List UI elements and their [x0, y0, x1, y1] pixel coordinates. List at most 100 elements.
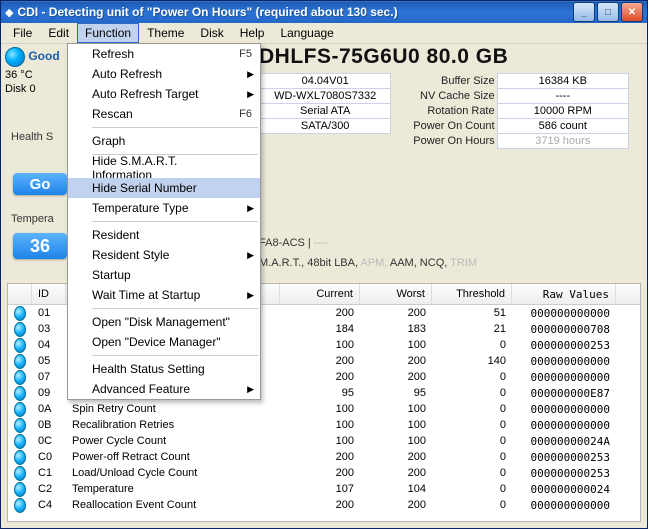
menu-item[interactable]: Auto Refresh▶ [68, 64, 260, 84]
menu-item[interactable]: Rescan F6 [68, 104, 260, 124]
menu-item[interactable]: Wait Time at Startup ▶ [68, 285, 260, 305]
maximize-button[interactable]: □ [597, 2, 619, 22]
row-raw: 000000000024 [512, 483, 616, 496]
app-icon: ◆ [5, 6, 13, 19]
row-attr-name: Load/Unload Cycle Count [66, 467, 280, 479]
row-worst: 100 [360, 403, 432, 415]
menu-item[interactable]: Resident Style ▶ [68, 245, 260, 265]
row-threshold: 0 [432, 483, 512, 495]
menu-help[interactable]: Help [232, 23, 273, 43]
health-status-label: Health S [11, 131, 53, 143]
menu-item[interactable]: Resident [68, 225, 260, 245]
close-button[interactable]: ✕ [621, 2, 643, 22]
menu-item[interactable]: Startup [68, 265, 260, 285]
table-row[interactable]: C2Temperature1071040000000000024 [8, 481, 640, 497]
status-dot-icon [14, 450, 26, 465]
menu-item-label: Rescan [92, 107, 133, 121]
submenu-arrow-icon: ▶ [247, 384, 254, 395]
menu-item[interactable]: Graph [68, 131, 260, 151]
status-dot-icon [14, 306, 26, 321]
row-threshold: 140 [432, 355, 512, 367]
temperature-label: Tempera [11, 213, 54, 225]
menu-theme[interactable]: Theme [139, 23, 192, 43]
status-dot-icon [14, 338, 26, 353]
th-threshold[interactable]: Threshold [432, 284, 512, 304]
menu-item[interactable]: Auto Refresh Target▶ [68, 84, 260, 104]
status-temp-label: 36 °C [5, 69, 33, 81]
status-dot-icon [14, 482, 26, 497]
row-attr-name: Power-off Retract Count [66, 451, 280, 463]
poh-label: Power On Hours [391, 134, 497, 149]
menu-item[interactable]: Hide Serial Number [68, 178, 260, 198]
row-current: 200 [280, 371, 360, 383]
menu-item-label: Resident Style [92, 248, 169, 262]
th-current[interactable]: Current [280, 284, 360, 304]
menu-item-label: Advanced Feature [92, 382, 190, 396]
menu-item[interactable]: Advanced Feature ▶ [68, 379, 260, 399]
table-row[interactable]: 0ASpin Retry Count1001000000000000000 [8, 401, 640, 417]
row-worst: 100 [360, 419, 432, 431]
disk-status-strip: Good 36 °C Disk 0 [5, 47, 65, 95]
row-threshold: 0 [432, 435, 512, 447]
temperature-card: 36 [13, 233, 67, 259]
row-worst: 183 [360, 323, 432, 335]
menu-item[interactable]: Open "Device Manager" [68, 332, 260, 352]
menu-item-label: Resident [92, 228, 139, 242]
minimize-button[interactable]: _ [573, 2, 595, 22]
row-current: 200 [280, 307, 360, 319]
status-dot-icon [5, 47, 25, 67]
row-threshold: 0 [432, 419, 512, 431]
menu-item-label: Wait Time at Startup [92, 288, 200, 302]
table-row[interactable]: 0CPower Cycle Count100100000000000024A [8, 433, 640, 449]
th-status[interactable] [8, 284, 32, 304]
menu-file[interactable]: File [5, 23, 40, 43]
row-status-cell [8, 482, 32, 497]
row-worst: 200 [360, 355, 432, 367]
th-raw[interactable]: Raw Values [512, 284, 616, 304]
serial-value: WD-WXL7080S7332 [260, 89, 391, 104]
row-raw: 000000000E87 [512, 387, 616, 400]
menu-language[interactable]: Language [272, 23, 341, 43]
row-id: C0 [32, 451, 66, 463]
titlebar: ◆ CDI - Detecting unit of "Power On Hour… [1, 1, 647, 23]
row-id: 0C [32, 435, 66, 447]
row-worst: 100 [360, 435, 432, 447]
menu-edit[interactable]: Edit [40, 23, 77, 43]
row-raw: 000000000000 [512, 307, 616, 320]
menu-item[interactable]: Temperature Type▶ [68, 198, 260, 218]
menu-item[interactable]: Refresh F5 [68, 44, 260, 64]
row-status-cell [8, 498, 32, 513]
menu-item-label: Auto Refresh Target [92, 87, 199, 101]
th-worst[interactable]: Worst [360, 284, 432, 304]
menu-item-label: Startup [92, 268, 131, 282]
submenu-arrow-icon: ▶ [247, 250, 254, 261]
menu-item-shortcut: F6 [239, 108, 252, 120]
menu-item[interactable]: Hide S.M.A.R.T. Information [68, 158, 260, 178]
menu-item-shortcut: F5 [239, 48, 252, 60]
menu-function[interactable]: Function [77, 23, 139, 43]
status-dot-icon [14, 434, 26, 449]
menu-item-label: Auto Refresh [92, 67, 162, 81]
table-row[interactable]: C1Load/Unload Cycle Count200200000000000… [8, 465, 640, 481]
submenu-arrow-icon: ▶ [247, 290, 254, 301]
row-threshold: 0 [432, 387, 512, 399]
menu-item[interactable]: Open "Disk Management" [68, 312, 260, 332]
function-dropdown: RefreshF5Auto Refresh▶Auto Refresh Targe… [67, 43, 261, 400]
menu-item-label: Open "Device Manager" [92, 335, 221, 349]
row-id: C4 [32, 499, 66, 511]
menu-item-label: Refresh [92, 47, 134, 61]
interface-value: Serial ATA [260, 104, 391, 119]
menu-item[interactable]: Health Status Setting [68, 359, 260, 379]
menubar: File Edit Function Theme Disk Help Langu… [1, 23, 647, 44]
th-id[interactable]: ID [32, 284, 66, 304]
menu-item-label: Open "Disk Management" [92, 315, 230, 329]
row-id: 0A [32, 403, 66, 415]
row-current: 100 [280, 435, 360, 447]
table-row[interactable]: C4Reallocation Event Count20020000000000… [8, 497, 640, 513]
menu-disk[interactable]: Disk [192, 23, 231, 43]
table-row[interactable]: C0Power-off Retract Count200200000000000… [8, 449, 640, 465]
row-worst: 200 [360, 371, 432, 383]
table-row[interactable]: 0BRecalibration Retries10010000000000000… [8, 417, 640, 433]
row-worst: 200 [360, 499, 432, 511]
row-id: 09 [32, 387, 66, 399]
